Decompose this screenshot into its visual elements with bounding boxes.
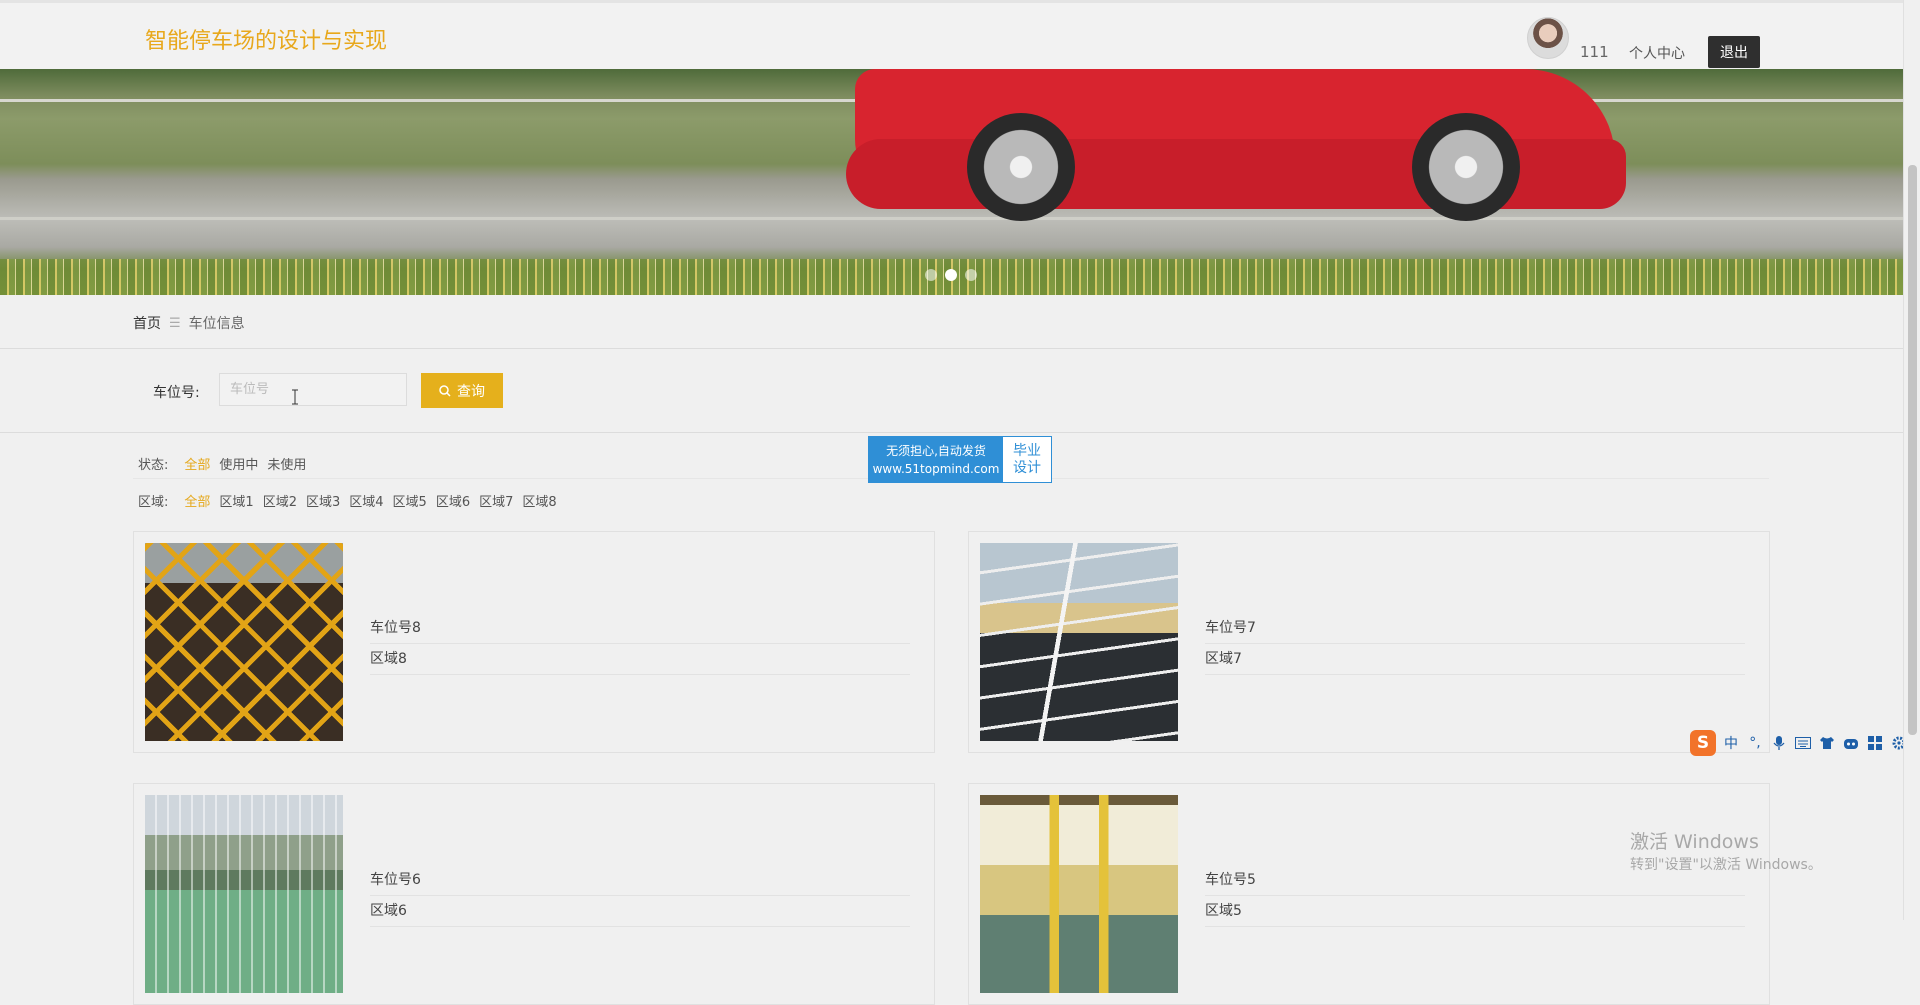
parking-number: 车位号6 bbox=[370, 865, 910, 896]
ad-banner[interactable]: 无须担心,自动发货 www.51topmind.com 毕业 设计 bbox=[868, 436, 1052, 483]
status-filter-label: 状态: bbox=[138, 458, 169, 473]
parking-number-search-input[interactable] bbox=[219, 373, 407, 406]
grid-icon[interactable] bbox=[1866, 734, 1884, 752]
windows-activation-hint: 转到"设置"以激活 Windows。 bbox=[1630, 857, 1822, 873]
ad-slogan: 无须担心,自动发货 bbox=[886, 443, 986, 458]
breadcrumb-home[interactable]: 首页 bbox=[133, 313, 161, 333]
region-option-all[interactable]: 全部 bbox=[184, 491, 210, 510]
divider bbox=[0, 432, 1903, 433]
parking-region: 区域5 bbox=[1205, 896, 1745, 927]
region-option-2[interactable]: 区域2 bbox=[263, 491, 297, 510]
site-title[interactable]: 智能停车场的设计与实现 bbox=[145, 23, 387, 55]
ime-punctuation[interactable]: °, bbox=[1746, 734, 1764, 752]
divider bbox=[0, 348, 1903, 349]
carousel-indicators bbox=[925, 269, 977, 281]
parking-card[interactable]: 车位号8 区域8 bbox=[133, 531, 935, 753]
parking-card[interactable]: 车位号6 区域6 bbox=[133, 783, 935, 1005]
text-cursor-icon bbox=[292, 389, 298, 405]
top-header: 智能停车场的设计与实现 111 个人中心 退出 bbox=[0, 0, 1903, 72]
scrollbar-thumb[interactable] bbox=[1908, 165, 1917, 735]
status-option-unused[interactable]: 未使用 bbox=[267, 454, 306, 473]
search-label: 车位号: bbox=[153, 385, 200, 401]
region-filter-label: 区域: bbox=[138, 495, 169, 510]
banner-road-line bbox=[0, 217, 1903, 220]
ime-chinese-mode[interactable]: 中 bbox=[1722, 734, 1740, 752]
breadcrumb-current: 车位信息 bbox=[188, 316, 245, 332]
ad-right: 毕业 设计 bbox=[1003, 437, 1051, 482]
parking-card[interactable]: 车位号7 区域7 bbox=[968, 531, 1770, 753]
car-wheel-rear bbox=[1412, 113, 1520, 221]
parking-region: 区域8 bbox=[370, 644, 910, 675]
banner-carousel[interactable] bbox=[0, 69, 1903, 295]
carousel-dot-2[interactable] bbox=[945, 269, 957, 281]
ad-text-1: 毕业 bbox=[1013, 442, 1041, 459]
status-option-all[interactable]: 全部 bbox=[184, 454, 210, 473]
ad-left: 无须担心,自动发货 www.51topmind.com bbox=[869, 437, 1003, 482]
search-button[interactable]: 查询 bbox=[421, 373, 503, 408]
parking-region: 区域7 bbox=[1205, 644, 1745, 675]
region-option-7[interactable]: 区域7 bbox=[479, 491, 513, 510]
parking-card[interactable]: 车位号5 区域5 bbox=[968, 783, 1770, 1005]
region-filter: 区域: 全部 区域1 区域2 区域3 区域4 区域5 区域6 区域7 区域8 bbox=[138, 491, 557, 510]
username: 111 bbox=[1580, 43, 1609, 61]
parking-region: 区域6 bbox=[370, 896, 910, 927]
parking-image bbox=[980, 543, 1178, 741]
status-option-in-use[interactable]: 使用中 bbox=[219, 454, 258, 473]
region-option-8[interactable]: 区域8 bbox=[522, 491, 556, 510]
ad-url: www.51topmind.com bbox=[872, 461, 1000, 476]
region-option-6[interactable]: 区域6 bbox=[436, 491, 470, 510]
ime-toolbar: S 中 °, bbox=[1690, 730, 1908, 756]
user-avatar[interactable] bbox=[1527, 17, 1569, 59]
ad-text-2: 设计 bbox=[1013, 459, 1041, 476]
region-option-1[interactable]: 区域1 bbox=[219, 491, 253, 510]
region-option-5[interactable]: 区域5 bbox=[393, 491, 427, 510]
keyboard-icon[interactable] bbox=[1794, 734, 1812, 752]
parking-number: 车位号8 bbox=[370, 613, 910, 644]
region-option-3[interactable]: 区域3 bbox=[306, 491, 340, 510]
mic-icon[interactable] bbox=[1770, 734, 1788, 752]
page-scrollbar[interactable] bbox=[1903, 0, 1920, 920]
windows-activation-title: 激活 Windows bbox=[1630, 831, 1759, 853]
search-icon bbox=[439, 384, 451, 397]
personal-center-link[interactable]: 个人中心 bbox=[1629, 43, 1685, 63]
breadcrumb: 首页 ☰ 车位信息 bbox=[133, 313, 245, 333]
search-button-label: 查询 bbox=[457, 383, 485, 400]
parking-image bbox=[980, 795, 1178, 993]
carousel-dot-3[interactable] bbox=[965, 269, 977, 281]
carousel-dot-1[interactable] bbox=[925, 269, 937, 281]
shirt-icon[interactable] bbox=[1818, 734, 1836, 752]
sogou-logo-icon[interactable]: S bbox=[1690, 730, 1716, 756]
parking-number: 车位号7 bbox=[1205, 613, 1745, 644]
car-wheel-front bbox=[967, 113, 1075, 221]
region-option-4[interactable]: 区域4 bbox=[349, 491, 383, 510]
breadcrumb-separator-icon: ☰ bbox=[169, 315, 181, 331]
robot-icon[interactable] bbox=[1842, 734, 1860, 752]
parking-image bbox=[145, 543, 343, 741]
parking-image bbox=[145, 795, 343, 993]
logout-button[interactable]: 退出 bbox=[1708, 36, 1760, 68]
status-filter: 状态: 全部 使用中 未使用 bbox=[138, 454, 306, 473]
